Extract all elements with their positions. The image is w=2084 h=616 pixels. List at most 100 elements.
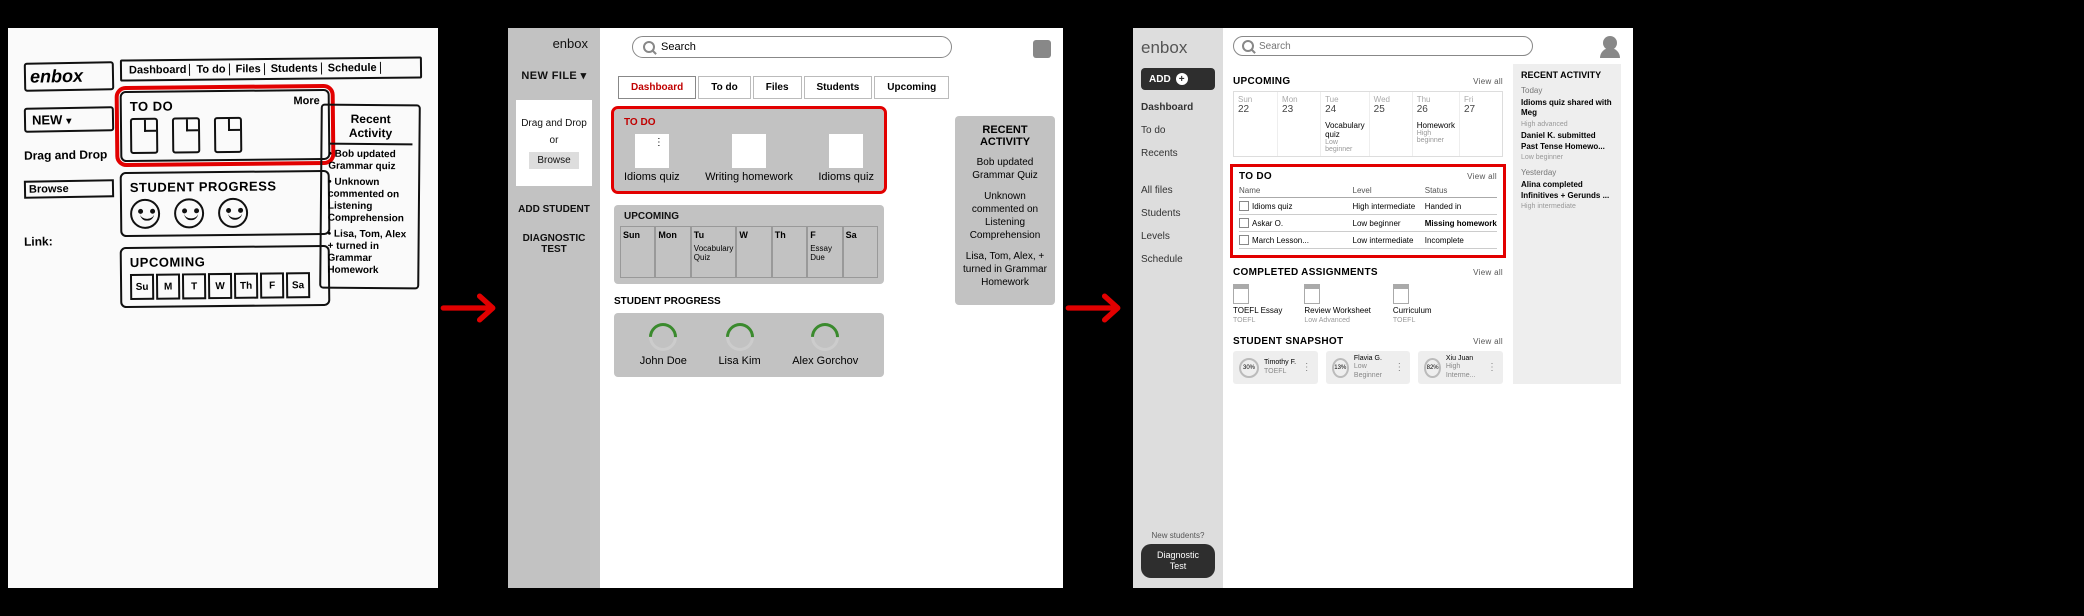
day-cell: Mon23 [1277,92,1320,156]
face-icon[interactable] [130,199,160,229]
table-row[interactable]: March Lesson...Low intermediateIncomplet… [1239,232,1497,249]
browse-button[interactable]: Browse [24,179,114,199]
document-icon[interactable] [172,117,200,153]
new-button[interactable]: NEW [24,106,114,133]
tab-files[interactable]: Files [753,76,802,99]
document-icon [1304,284,1320,304]
drag-drop-label: Drag and Drop [24,147,114,164]
todo-card: To Do More [120,89,331,162]
activity-item: Bob updated Grammar Quiz [963,156,1047,182]
snapshot-item[interactable]: 30%Timothy F.TOEFL⋮ [1233,351,1318,384]
day-cell: Th [234,273,258,299]
search-field[interactable] [1259,41,1524,52]
nav-dashboard[interactable]: Dashboard [1141,102,1215,113]
drag-drop-zone[interactable]: Drag and Drop or Browse [516,100,592,186]
face-icon[interactable] [218,198,248,228]
upcoming-title: Upcoming [130,253,320,270]
tab-students[interactable]: Students [804,76,873,99]
todo-item[interactable]: Idioms quiz [624,134,680,183]
recent-activity-panel: RECENT ACTIVITY TodayIdioms quiz shared … [1513,64,1621,384]
upcoming-title: UPCOMING [620,211,878,222]
day-cell: TuVocabulary Quiz [691,226,737,278]
todo-item[interactable]: Writing homework [705,134,793,183]
nav-levels[interactable]: Levels [1141,231,1215,242]
todo-title: TO DO [624,117,874,128]
new-file-button[interactable]: NEW FILE ▾ [521,69,586,82]
col-level: Level [1353,186,1425,195]
table-row[interactable]: Idioms quizHigh intermediateHanded in [1239,198,1497,215]
more-icon[interactable]: ⋮ [1394,362,1404,373]
tabs-bar: Dashboard To do Files Students Schedule [120,56,422,81]
hifi-panel: enbox ADD+ Dashboard To do Recents All f… [1133,28,1633,588]
assignment-item[interactable]: TOEFL EssayTOEFL [1233,284,1282,324]
day-cell: F [260,272,284,298]
upcoming-header: UPCOMINGView all [1233,76,1503,87]
day-cell: Su [130,274,154,300]
tab-upcoming[interactable]: Upcoming [874,76,949,99]
diagnostic-prompt: New students? [1141,531,1215,540]
activity-item: Unknown commented on Listening Comprehen… [328,177,412,226]
browse-button[interactable]: Browse [529,152,578,169]
day-cell: W [208,273,232,299]
diagnostic-button[interactable]: Diagnostic Test [1141,544,1215,578]
tab-students[interactable]: Students [268,62,322,75]
document-icon[interactable] [214,117,242,153]
more-icon[interactable]: ⋮ [1487,362,1497,373]
snapshot-list: 30%Timothy F.TOEFL⋮13%Flavia G.Low Begin… [1233,351,1503,384]
view-all-link[interactable]: View all [1473,77,1503,86]
tab-todo[interactable]: To do [193,63,229,75]
brand-logo: enbox [24,61,114,92]
add-button[interactable]: ADD+ [1141,68,1215,90]
search-input[interactable] [1233,36,1533,56]
diagnostic-link[interactable]: DIAGNOSTIC TEST [514,233,594,255]
progress-ring-icon: 82% [1424,358,1441,378]
todo-item[interactable]: Idioms quiz [818,134,874,183]
snapshot-item[interactable]: 82%Xiu JuanHigh Interme...⋮ [1418,351,1503,384]
assignment-item[interactable]: Review WorksheetLow Advanced [1304,284,1371,324]
avatar-icon[interactable] [398,58,416,76]
add-student-link[interactable]: ADD STUDENT [518,204,590,215]
more-icon[interactable]: ⋮ [1302,362,1312,373]
nav-recents[interactable]: Recents [1141,148,1215,159]
day-cell: Th [772,226,807,278]
activity-item: Lisa, Tom, Alex + turned in Grammar Home… [327,229,411,278]
search-input[interactable]: Search [632,36,952,58]
tab-dashboard[interactable]: Dashboard [618,76,696,99]
student-item[interactable]: Lisa Kim [718,323,760,367]
view-all-link[interactable]: View all [1473,337,1503,346]
or-label: or [550,135,559,146]
more-link[interactable]: More [293,95,319,107]
activity-item: Unknown commented on Listening Comprehen… [963,190,1047,242]
avatar-icon[interactable] [1033,40,1051,58]
progress-ring-icon: 30% [1239,358,1259,378]
avatar-icon[interactable] [1603,36,1621,54]
tabs-bar: Dashboard To do Files Students Upcoming [618,76,1057,99]
search-icon [643,41,655,53]
progress-arc-icon [805,317,845,357]
document-icon[interactable] [130,118,158,154]
assignment-item[interactable]: CurriculumTOEFL [1393,284,1432,324]
search-icon [1242,40,1254,52]
sidebar: enbox NEW FILE ▾ Drag and Drop or Browse… [508,28,600,588]
tab-todo[interactable]: To do [698,76,750,99]
face-icon[interactable] [174,198,204,228]
tab-files[interactable]: Files [233,63,265,75]
view-all-link[interactable]: View all [1467,172,1497,181]
chevron-down-icon [66,112,71,127]
student-item[interactable]: Alex Gorchov [792,323,858,367]
table-row[interactable]: Askar O.Low beginnerMissing homework [1239,215,1497,232]
view-all-link[interactable]: View all [1473,268,1503,277]
nav-allfiles[interactable]: All files [1141,185,1215,196]
tab-schedule[interactable]: Schedule [325,62,381,75]
arrow-icon [438,273,508,343]
nav-todo[interactable]: To do [1141,125,1215,136]
brand-logo: enbox [1141,38,1215,58]
snapshot-item[interactable]: 13%Flavia G.Low Beginner⋮ [1326,351,1411,384]
nav-schedule[interactable]: Schedule [1141,254,1215,265]
student-item[interactable]: John Doe [640,323,687,367]
progress-ring-icon: 13% [1332,358,1349,378]
nav-students[interactable]: Students [1141,208,1215,219]
col-status: Status [1425,186,1497,195]
document-icon [1393,284,1409,304]
tab-dashboard[interactable]: Dashboard [126,64,191,77]
